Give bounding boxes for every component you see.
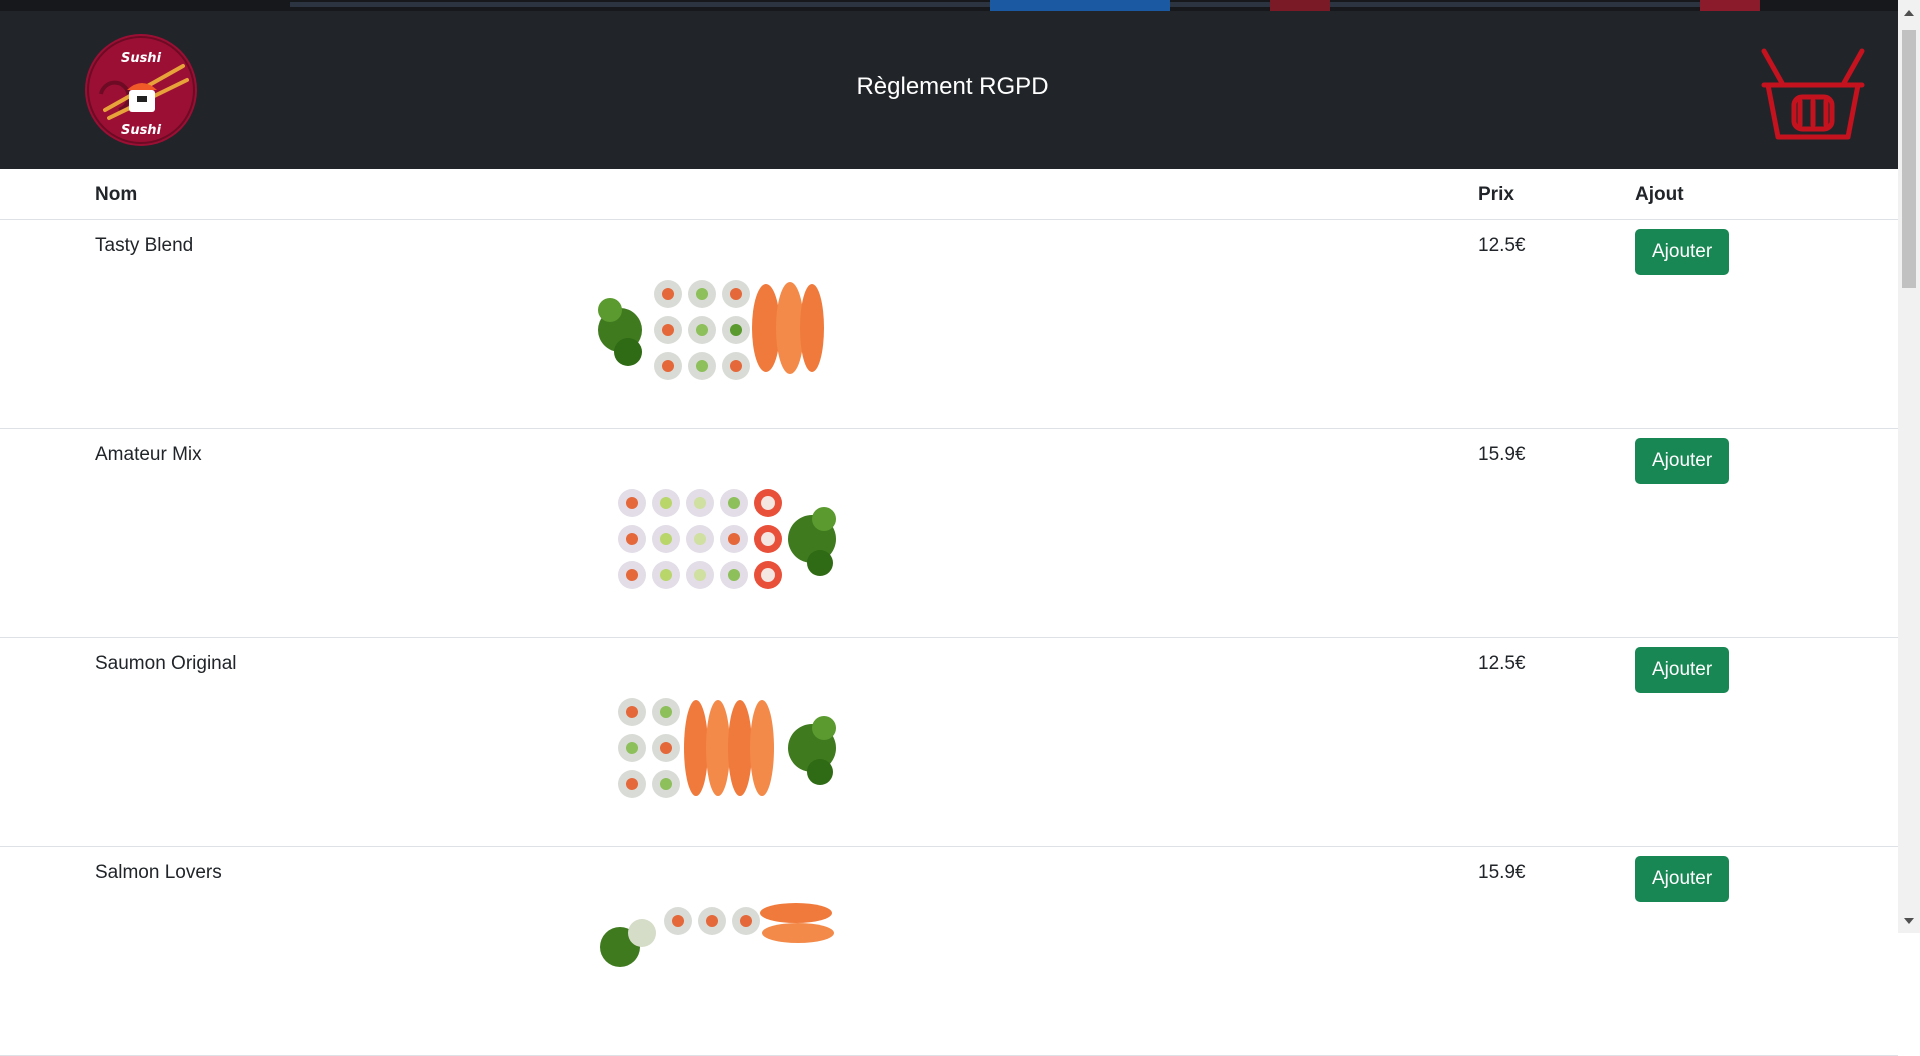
table-header-row: Nom Prix Ajout bbox=[0, 169, 1898, 220]
sushi-platter-image bbox=[618, 698, 836, 798]
product-price: 12.5€ bbox=[1478, 235, 1526, 256]
column-header-add: Ajout bbox=[1635, 184, 1684, 205]
table-row: Salmon Lovers 15.9€ Ajouter bbox=[0, 847, 1898, 1056]
sushi-platter-image bbox=[618, 489, 836, 589]
product-name: Saumon Original bbox=[95, 653, 237, 674]
page-title: Règlement RGPD bbox=[856, 73, 1049, 100]
table-row: Saumon Original 12.5€ Ajouter bbox=[0, 638, 1898, 847]
top-strip-segment bbox=[1270, 0, 1330, 11]
column-header-name: Nom bbox=[95, 184, 138, 205]
add-to-cart-button[interactable]: Ajouter bbox=[1635, 856, 1730, 902]
page-scrollbar[interactable] bbox=[1898, 0, 1920, 933]
top-strip-segment bbox=[1700, 0, 1760, 11]
add-to-cart-button[interactable]: Ajouter bbox=[1635, 647, 1730, 693]
product-price: 15.9€ bbox=[1478, 444, 1526, 465]
table-row: Tasty Blend 12.5€ Ajouter bbox=[0, 220, 1898, 429]
top-strip-segment bbox=[990, 0, 1170, 11]
scroll-up-arrow-icon[interactable] bbox=[1904, 10, 1914, 16]
scroll-down-arrow-icon[interactable] bbox=[1904, 918, 1914, 924]
scrollbar-thumb[interactable] bbox=[1902, 30, 1916, 288]
product-name: Amateur Mix bbox=[95, 444, 202, 465]
table-row: Amateur Mix 15.9€ Ajouter bbox=[0, 429, 1898, 638]
add-to-cart-button[interactable]: Ajouter bbox=[1635, 229, 1730, 275]
add-to-cart-button[interactable]: Ajouter bbox=[1635, 438, 1730, 484]
product-price: 15.9€ bbox=[1478, 862, 1526, 883]
product-price: 12.5€ bbox=[1478, 653, 1526, 674]
product-table: Nom Prix Ajout Tasty Blend 12.5€ Ajouter… bbox=[0, 169, 1898, 1056]
svg-text:Sushi: Sushi bbox=[121, 123, 162, 138]
column-header-price: Prix bbox=[1478, 184, 1514, 205]
sushi-platter-image bbox=[598, 280, 824, 380]
basket-icon[interactable] bbox=[1760, 45, 1866, 143]
product-name: Salmon Lovers bbox=[95, 862, 222, 883]
svg-text:Sushi: Sushi bbox=[121, 51, 162, 66]
product-name: Tasty Blend bbox=[95, 235, 194, 256]
site-header: Sushi Sushi Règlement RGPD bbox=[0, 11, 1898, 169]
sushi-platter-image bbox=[600, 903, 834, 967]
browser-top-strip bbox=[0, 0, 1898, 11]
